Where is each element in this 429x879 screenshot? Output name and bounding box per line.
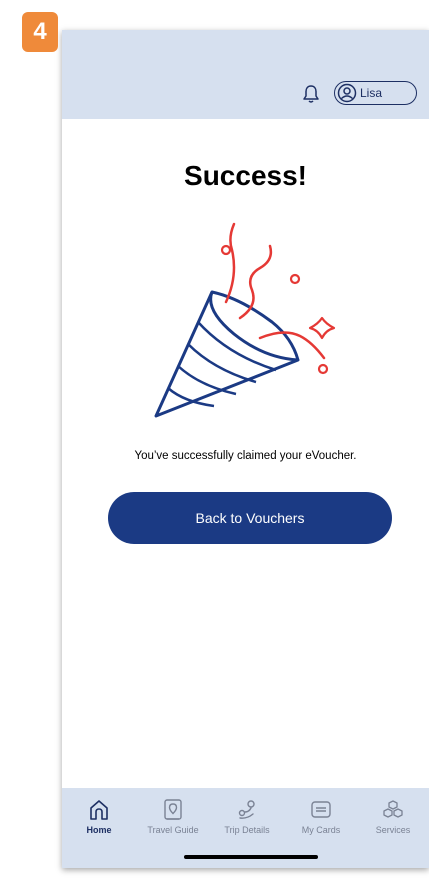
bell-icon[interactable]: [302, 84, 320, 104]
user-avatar-icon: [337, 83, 357, 103]
route-icon: [238, 800, 255, 819]
tab-services-label: Services: [375, 825, 411, 835]
back-to-vouchers-button[interactable]: Back to Vouchers: [108, 492, 392, 544]
tab-trip-details[interactable]: Trip Details: [216, 798, 278, 835]
tab-home-label: Home: [86, 825, 112, 835]
party-popper-icon: [154, 222, 336, 418]
home-indicator: [184, 855, 318, 859]
tab-my-cards-label: My Cards: [301, 825, 341, 835]
home-icon: [90, 800, 108, 820]
user-name: Lisa: [360, 86, 383, 100]
app-header: Lisa: [62, 30, 429, 119]
tab-my-cards[interactable]: My Cards: [290, 798, 352, 835]
tab-services[interactable]: Services: [362, 798, 424, 835]
tab-travel-guide[interactable]: Travel Guide: [142, 798, 204, 835]
card-icon: [311, 801, 331, 818]
user-profile-button[interactable]: Lisa: [334, 81, 417, 105]
tab-trip-details-label: Trip Details: [224, 825, 270, 835]
boxes-icon: [383, 800, 403, 818]
map-pin-icon: [164, 799, 182, 820]
step-badge: 4: [22, 12, 58, 52]
bottom-tab-bar: Home Travel Guide Trip Details My Cards …: [62, 788, 429, 868]
tab-home[interactable]: Home: [68, 798, 130, 835]
tab-travel-guide-label: Travel Guide: [147, 825, 199, 835]
page-title: Success!: [184, 160, 307, 191]
success-message: You’ve successfully claimed your eVouche…: [134, 450, 357, 462]
phone-screen: Lisa Success! You’ve successfully claime…: [62, 30, 429, 868]
